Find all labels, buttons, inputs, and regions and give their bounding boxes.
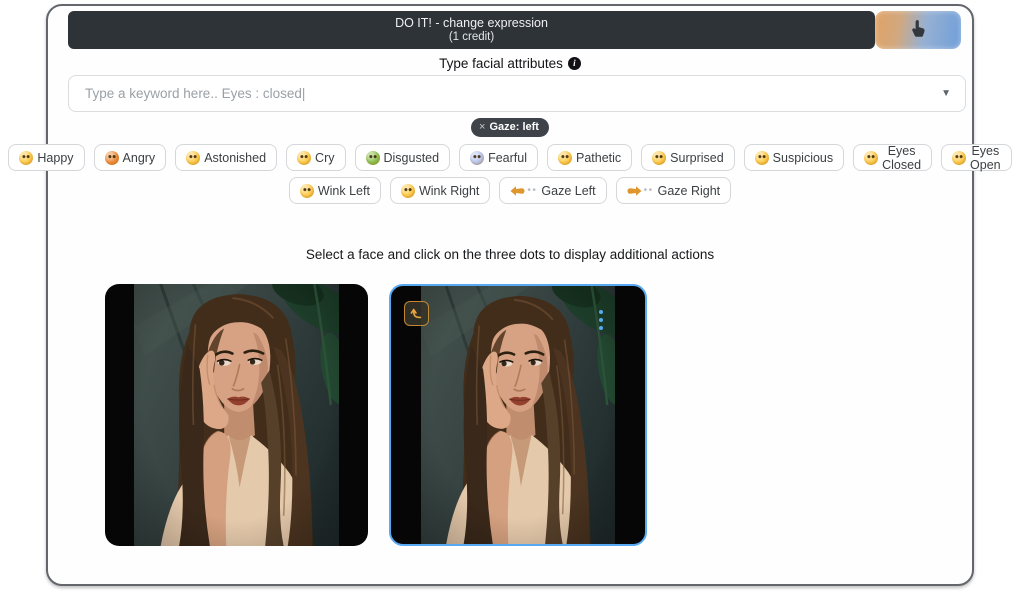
original-face-photo	[134, 284, 339, 546]
remove-tag-icon[interactable]: ×	[479, 121, 485, 133]
attributes-label: Type facial attributes	[439, 56, 563, 71]
pointing-right-hand-emoji	[627, 185, 642, 197]
chip-astonished[interactable]: Astonished	[175, 144, 277, 171]
chip-eyes-open[interactable]: Eyes Open	[941, 144, 1012, 171]
chip-surprised[interactable]: Surprised	[641, 144, 735, 171]
app-card: DO IT! - change expression (1 credit) Ty…	[46, 4, 974, 586]
chip-happy[interactable]: Happy	[8, 144, 84, 171]
export-arrow-icon[interactable]	[404, 301, 429, 326]
angry-emoji	[105, 151, 119, 165]
crying-emoji	[297, 151, 311, 165]
face-gallery	[105, 284, 647, 546]
chip-label: Gaze Left	[541, 184, 595, 198]
chip-suspicious[interactable]: Suspicious	[744, 144, 844, 171]
chip-label: Pathetic	[576, 151, 621, 165]
chip-eyes-closed[interactable]: Eyes Closed	[853, 144, 932, 171]
chip-label: Suspicious	[773, 151, 833, 165]
wink-emoji	[401, 184, 415, 198]
disgusted-emoji	[366, 151, 380, 165]
chip-label: Happy	[37, 151, 73, 165]
selected-tags-row: × Gaze: left	[48, 118, 972, 137]
keyword-combobox[interactable]: ▼	[68, 75, 966, 112]
chip-wink-left[interactable]: Wink Left	[289, 177, 381, 204]
eyes-open-emoji	[952, 151, 966, 165]
three-dots-menu-icon[interactable]	[595, 306, 607, 334]
happy-emoji	[19, 151, 33, 165]
pointing-left-hand-emoji	[510, 185, 525, 197]
attribute-chips-row2: Wink Left Wink Right •• Gaze Left •• Gaze Rig…	[48, 177, 972, 204]
pointing-hand-icon	[910, 19, 926, 41]
eyes-closed-emoji	[864, 151, 878, 165]
do-it-button[interactable]: DO IT! - change expression (1 credit)	[68, 11, 875, 49]
chip-gaze-left[interactable]: •• Gaze Left	[499, 177, 606, 204]
chip-cry[interactable]: Cry	[286, 144, 345, 171]
chip-disgusted[interactable]: Disgusted	[355, 144, 451, 171]
face-card-result-selected[interactable]	[389, 284, 647, 546]
chip-label: Disgusted	[384, 151, 440, 165]
do-it-label: DO IT! - change expression	[395, 17, 548, 30]
do-it-credits: (1 credit)	[449, 32, 494, 44]
result-face-photo	[421, 286, 615, 544]
tutorial-button[interactable]	[875, 11, 961, 49]
chip-label: Wink Left	[318, 184, 370, 198]
attribute-chips-row1: HappyAngryAstonishedCryDisgustedFearfulP…	[48, 144, 972, 171]
attributes-label-row: Type facial attributes i	[48, 54, 972, 72]
pensive-emoji	[558, 151, 572, 165]
selected-attribute-tag[interactable]: × Gaze: left	[471, 118, 549, 137]
astonished-emoji	[186, 151, 200, 165]
chip-label: Cry	[315, 151, 334, 165]
chip-label: Gaze Right	[658, 184, 721, 198]
chip-label: Wink Right	[419, 184, 479, 198]
face-card-original[interactable]	[105, 284, 368, 546]
surprised-emoji	[652, 151, 666, 165]
chip-label: Fearful	[488, 151, 527, 165]
chip-fearful[interactable]: Fearful	[459, 144, 538, 171]
eyes-dots-icon: ••	[644, 185, 654, 196]
chevron-down-icon[interactable]: ▼	[941, 88, 951, 99]
tag-label: Gaze: left	[489, 121, 539, 133]
chip-label: Surprised	[670, 151, 724, 165]
gallery-instruction: Select a face and click on the three dot…	[48, 247, 972, 262]
wink-emoji	[300, 184, 314, 198]
eyes-dots-icon: ••	[527, 185, 537, 196]
chip-label: Angry	[123, 151, 156, 165]
chip-label: Eyes Closed	[882, 144, 921, 172]
chip-wink-right[interactable]: Wink Right	[390, 177, 490, 204]
chip-gaze-right[interactable]: •• Gaze Right	[616, 177, 732, 204]
keyword-input[interactable]	[83, 85, 933, 102]
suspicious-emoji	[755, 151, 769, 165]
chip-label: Astonished	[204, 151, 266, 165]
chip-label: Eyes Open	[970, 144, 1001, 172]
fearful-emoji	[470, 151, 484, 165]
chip-angry[interactable]: Angry	[94, 144, 167, 171]
chip-pathetic[interactable]: Pathetic	[547, 144, 632, 171]
info-icon[interactable]: i	[568, 57, 581, 70]
